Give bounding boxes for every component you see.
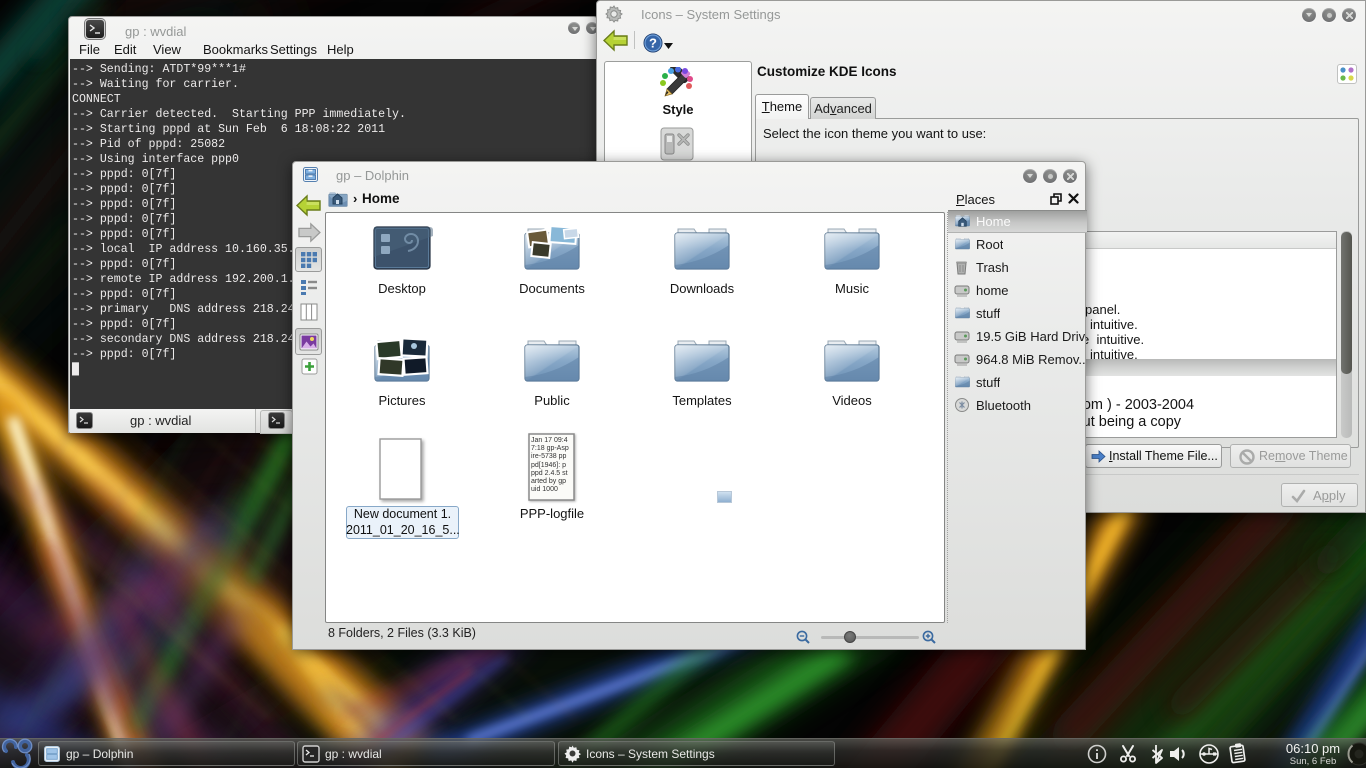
svg-text:?: ?: [649, 36, 657, 51]
